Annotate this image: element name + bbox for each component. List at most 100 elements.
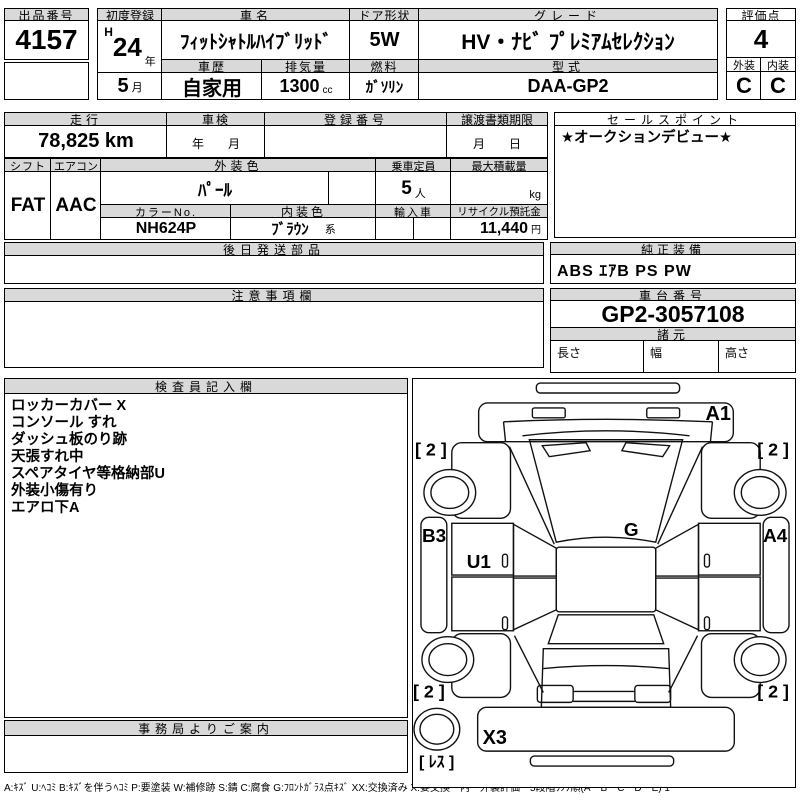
rear-bumper [476, 706, 736, 752]
spec-height-cell: 高さ [718, 340, 796, 373]
interior-color-value: ﾌﾞﾗｳﾝ 系 [230, 217, 377, 240]
rear-right-door [697, 576, 761, 632]
recycle-deposit-value: 11,440 円 [450, 217, 548, 240]
interior-grade-value: C [760, 71, 796, 100]
door-shape-value: 5W [349, 20, 420, 61]
capacity-number: 5 [401, 177, 412, 199]
mark-tire-front-right: [ 2 ] [757, 440, 789, 460]
right-taillight [634, 684, 672, 704]
front-right-door-handle [703, 553, 711, 568]
score-value: 4 [726, 20, 796, 59]
first-registration-year: H 24 年 [97, 20, 163, 74]
right-headlight [646, 407, 681, 419]
year-suffix: 年 [144, 56, 156, 68]
rear-right-window [655, 577, 700, 631]
car-history-value: 自家用 [161, 72, 263, 100]
rear-left-window [512, 577, 557, 631]
windshield [528, 439, 684, 544]
first-registration-month: 5 月 [97, 72, 163, 100]
interior-color-suffix: 系 [324, 223, 336, 236]
mileage-value: 78,825 km [4, 125, 168, 158]
taillight-bar [573, 690, 635, 703]
hood-sides [502, 421, 714, 442]
exterior-grade-value: C [726, 71, 762, 100]
displacement-value: 1300 cc [261, 72, 351, 100]
mark-spare-tire: [ ﾚｽ ] [419, 754, 454, 771]
reg-year: 24 [112, 31, 142, 62]
car-name-value: ﾌｨｯﾄｼｬﾄﾙﾊｲﾌﾞﾘｯﾄﾞ [161, 20, 351, 61]
mark-left-rocker: B3 [422, 526, 446, 547]
equipment-value: ABS ｴｱB PS PW [550, 254, 796, 284]
office-box [4, 735, 408, 773]
a-pillars [508, 446, 704, 545]
rear-left-door-handle [501, 616, 509, 631]
front-left-rim [430, 475, 470, 510]
rear-right-rim [740, 642, 780, 677]
inspector-note-line: 外装小傷有り [11, 483, 98, 499]
displacement-unit: cc [322, 85, 333, 96]
reg-month: 5 [117, 74, 129, 97]
rear-left-rim [428, 642, 468, 677]
sales-point-text: ★オークションデビュー★ [561, 130, 732, 146]
inspector-note-line: ロッカーカバー X [11, 398, 127, 414]
displacement-number: 1300 [279, 75, 320, 96]
recycle-unit: 円 [531, 225, 541, 236]
recycle-amount: 11,440 [479, 219, 528, 237]
later-parts-box [4, 255, 544, 284]
interior-color-name: ﾌﾞﾗｳﾝ [271, 221, 309, 238]
transfer-deadline-value: 月 日 [446, 125, 548, 158]
grade-value: HV・ﾅﾋﾞ ﾌﾟﾚﾐｱﾑｾﾚｸｼｮﾝ [418, 20, 718, 61]
registration-no-value [264, 125, 448, 158]
inspector-note-line: スペアタイヤ等格納部U [11, 466, 166, 482]
rear-window [547, 614, 665, 645]
spare-tire-inner [419, 713, 455, 745]
model-code-value: DAA-GP2 [418, 72, 718, 100]
auction-sheet: 出品番号 4157 初度登録 H 24 年 5 月 車名 ﾌｨｯﾄｼｬﾄﾙﾊｲﾌ… [0, 0, 800, 800]
inspector-note-line: エアロ下A [11, 500, 80, 516]
mark-left-front-door: U1 [467, 552, 491, 573]
caution-box [4, 301, 544, 368]
mark-rear-bumper: X3 [483, 727, 507, 749]
rear-left-door [451, 576, 515, 632]
spec-length-cell: 長さ [550, 340, 645, 373]
color-no-value: NH624P [100, 217, 232, 240]
mark-tire-rear-left: [ 2 ] [413, 681, 445, 701]
inspector-note-line: コンソール すれ [11, 415, 117, 431]
inspector-note-line: ダッシュ板のり跡 [11, 432, 127, 448]
import-car-cell-right [413, 217, 452, 240]
cowl-line [522, 430, 690, 437]
hatch-line [543, 664, 669, 670]
rear-hatch [540, 647, 672, 709]
hood-edge [503, 418, 713, 423]
exterior-color-empty-cell [328, 171, 377, 206]
right-wiper [620, 442, 671, 458]
front-left-door-handle [501, 553, 509, 568]
front-right-window [655, 523, 700, 577]
left-taillight [536, 684, 574, 704]
roof-panel [555, 546, 657, 613]
sales-point-box: ★オークションデビュー★ [554, 125, 796, 238]
mark-tire-front-left: [ 2 ] [415, 440, 447, 460]
spec-width-cell: 幅 [643, 340, 720, 373]
max-load-value: kg [450, 171, 548, 206]
import-car-cell-left [375, 217, 415, 240]
auction-no-value: 4157 [4, 20, 89, 60]
era-letter: H [104, 25, 113, 39]
month-suffix: 月 [131, 82, 143, 94]
capacity-value: 5 人 [375, 171, 452, 206]
rear-bumper-strip [529, 755, 675, 767]
left-wiper [541, 442, 592, 458]
shift-value: FAT [4, 171, 52, 240]
front-right-rim [740, 475, 780, 510]
fuel-value: ｶﾞｿﾘﾝ [349, 72, 420, 100]
mark-right-rocker: A4 [763, 526, 788, 547]
chassis-no-value: GP2-3057108 [550, 300, 796, 329]
exterior-color-value: ﾊﾟｰﾙ [100, 171, 330, 206]
inspection-value: 年 月 [166, 125, 266, 158]
auction-no-empty-cell [4, 62, 89, 100]
rear-right-door-handle [703, 616, 711, 631]
mark-windshield: G [624, 520, 639, 541]
front-left-window [512, 523, 557, 577]
aircon-value: AAC [50, 171, 102, 240]
mark-tire-rear-right: [ 2 ] [757, 681, 789, 701]
